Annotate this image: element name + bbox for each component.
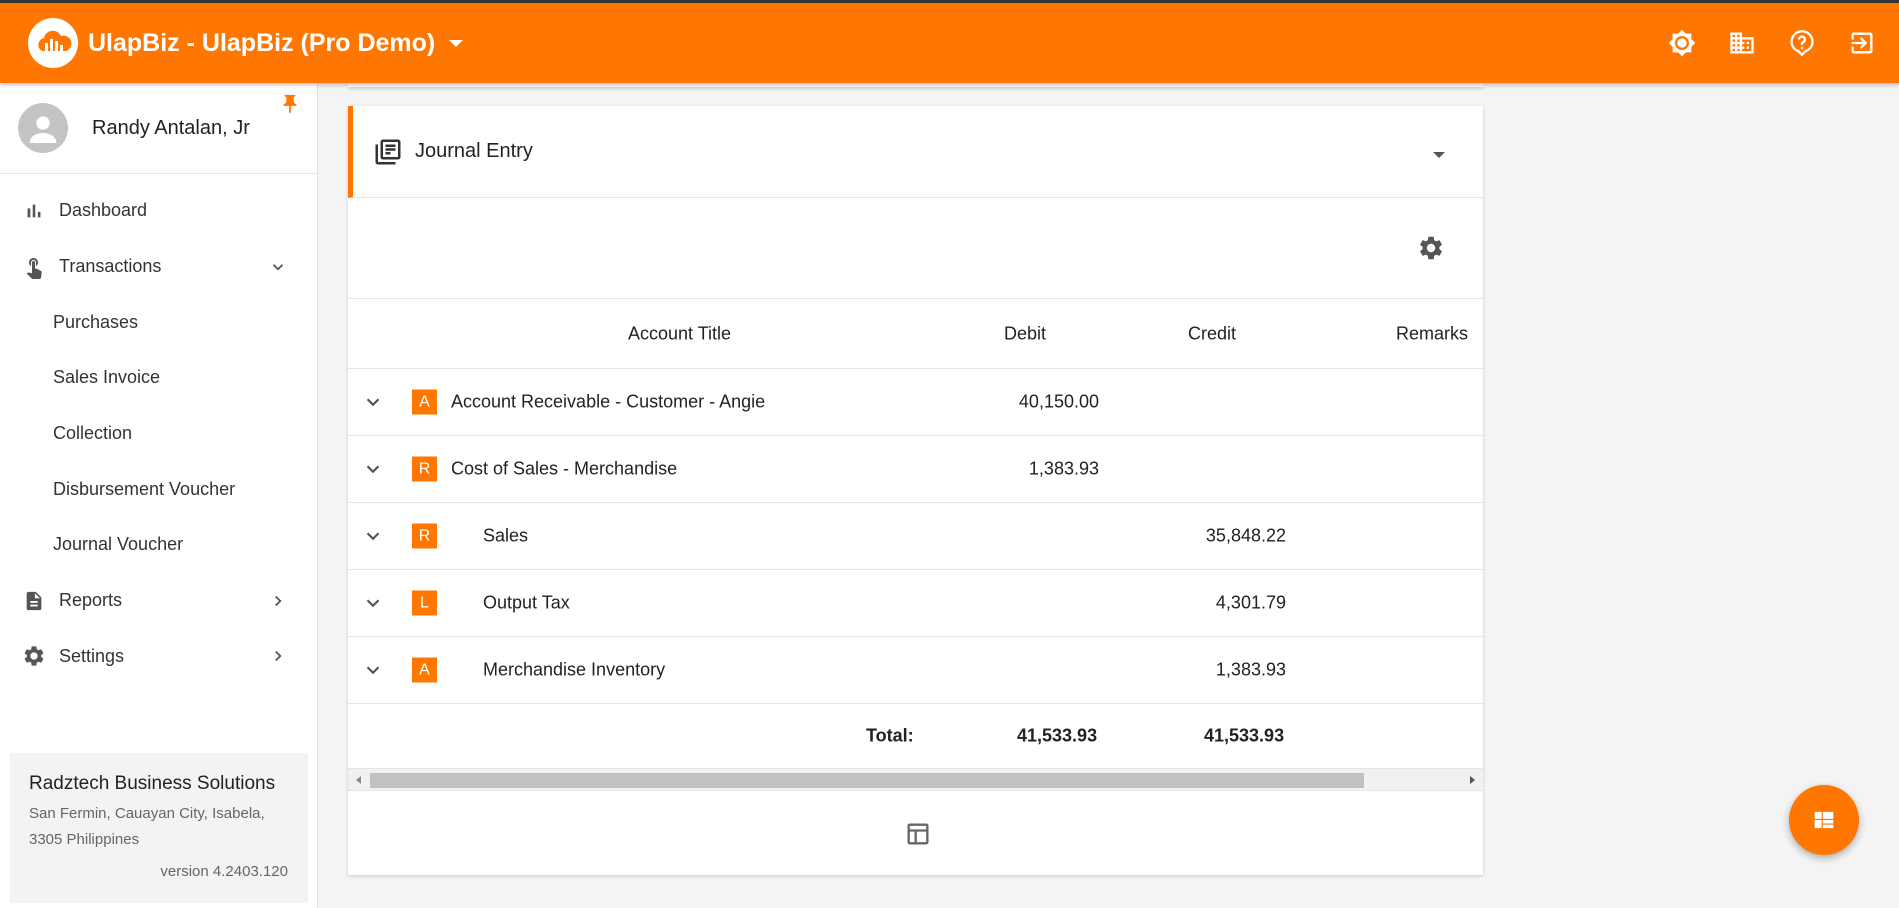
- account-title: Account Receivable - Customer - Angie: [451, 391, 766, 412]
- previous-card-edge: [348, 83, 1483, 87]
- sidebar-subitem-collection[interactable]: Collection: [0, 406, 317, 462]
- account-type-badge: A: [412, 657, 437, 683]
- logout-icon[interactable]: [1847, 28, 1877, 58]
- table-row[interactable]: L Output Tax 4,301.79: [348, 570, 1483, 637]
- chevron-down-icon: [272, 263, 284, 271]
- account-type-badge: R: [412, 456, 437, 482]
- org-switch-caret-icon[interactable]: [449, 39, 464, 47]
- table-header: Account Title Debit Credit Remarks: [348, 299, 1483, 369]
- company-address-line: 3305 Philippines: [29, 831, 140, 848]
- table-view-icon[interactable]: [904, 820, 932, 848]
- account-type-badge: L: [412, 590, 437, 616]
- chevron-down-icon[interactable]: [362, 391, 384, 413]
- debit-amount: 40,150.00: [1018, 391, 1099, 412]
- avatar-icon[interactable]: [18, 103, 68, 153]
- column-header-account-title[interactable]: Account Title: [628, 323, 731, 344]
- total-debit: 41,533.93: [1017, 725, 1098, 746]
- dashboard-fab-button[interactable]: [1789, 785, 1859, 855]
- touch-icon: [21, 254, 47, 280]
- collapse-caret-icon[interactable]: [1433, 151, 1445, 158]
- chevron-right-icon: [275, 651, 282, 662]
- journal-toolbar: [348, 198, 1483, 299]
- horizontal-scrollbar[interactable]: [348, 769, 1483, 791]
- sidebar-subitem-purchases[interactable]: Purchases: [0, 294, 317, 350]
- account-type-badge: A: [412, 389, 437, 415]
- scrollbar-thumb[interactable]: [370, 773, 1364, 788]
- library-books-icon: [375, 139, 401, 164]
- column-header-remarks[interactable]: Remarks: [1396, 323, 1468, 344]
- debit-amount: 1,383.93: [1028, 458, 1099, 479]
- chevron-down-icon[interactable]: [362, 458, 384, 480]
- sidebar-subitem-journal-voucher[interactable]: Journal Voucher: [0, 517, 317, 573]
- pin-icon[interactable]: [279, 93, 301, 120]
- table-row[interactable]: A Merchandise Inventory 1,383.93: [348, 637, 1483, 704]
- account-title: Merchandise Inventory: [483, 659, 666, 680]
- table-row[interactable]: R Sales 35,848.22: [348, 503, 1483, 570]
- chevron-down-icon[interactable]: [362, 659, 384, 681]
- journal-table: Account Title Debit Credit Remarks A Acc…: [348, 299, 1483, 791]
- user-panel: Randy Antalan, Jr: [0, 83, 317, 174]
- account-title: Output Tax: [483, 592, 570, 613]
- sidebar-item-label: Transactions: [59, 256, 162, 277]
- app-version: version 4.2403.120: [160, 863, 288, 880]
- company-address: San Fermin, Cauayan City, Isabela, 3305 …: [29, 801, 288, 853]
- chevron-right-icon: [275, 595, 282, 606]
- column-header-credit[interactable]: Credit: [1188, 323, 1236, 344]
- company-address-line: San Fermin, Cauayan City, Isabela,: [29, 805, 265, 822]
- column-header-debit[interactable]: Debit: [1004, 323, 1046, 344]
- dashboard-quilt-icon: [1814, 811, 1834, 829]
- ulapbiz-logo-icon: [28, 18, 78, 68]
- app-header: UlapBiz - UlapBiz (Pro Demo): [0, 0, 1899, 83]
- sidebar-nav: Dashboard Transactions Purchases Sales I…: [0, 174, 317, 684]
- bar-chart-icon: [21, 198, 47, 224]
- credit-amount: 35,848.22: [1205, 525, 1286, 546]
- gear-icon: [21, 643, 47, 669]
- total-row: Total: 41,533.93 41,533.93: [348, 704, 1483, 769]
- credit-amount: 4,301.79: [1215, 592, 1286, 613]
- help-icon[interactable]: [1787, 28, 1817, 58]
- total-label: Total:: [866, 725, 914, 746]
- sidebar-item-label: Dashboard: [59, 200, 148, 221]
- sidebar-subitem-sales-invoice[interactable]: Sales Invoice: [0, 350, 317, 406]
- scroll-left-arrow-icon[interactable]: [356, 776, 361, 784]
- company-name: Radztech Business Solutions: [29, 773, 276, 794]
- scroll-right-arrow-icon[interactable]: [1470, 776, 1475, 784]
- company-info: Radztech Business Solutions San Fermin, …: [10, 753, 308, 903]
- card-title: Journal Entry: [415, 140, 533, 162]
- table-row[interactable]: R Cost of Sales - Merchandise 1,383.93: [348, 436, 1483, 503]
- business-icon[interactable]: [1727, 28, 1757, 58]
- app-brand-title[interactable]: UlapBiz - UlapBiz (Pro Demo): [88, 29, 435, 58]
- sidebar-item-label: Settings: [59, 645, 125, 666]
- chevron-down-icon[interactable]: [362, 525, 384, 547]
- brightness-icon[interactable]: [1667, 28, 1697, 58]
- total-credit: 41,533.93: [1204, 725, 1285, 746]
- table-row[interactable]: A Account Receivable - Customer - Angie …: [348, 369, 1483, 436]
- sidebar-item-settings[interactable]: Settings: [0, 629, 317, 685]
- sidebar-item-transactions[interactable]: Transactions: [0, 239, 317, 295]
- account-title: Cost of Sales - Merchandise: [451, 458, 678, 479]
- account-type-badge: R: [412, 523, 437, 549]
- chevron-down-icon[interactable]: [362, 592, 384, 614]
- sidebar-item-dashboard[interactable]: Dashboard: [0, 183, 317, 239]
- journal-entry-header[interactable]: Journal Entry: [348, 106, 1483, 198]
- sidebar-item-label: Reports: [59, 590, 123, 611]
- sidebar: Randy Antalan, Jr Dashboard Transactions…: [0, 83, 318, 908]
- account-title: Sales: [483, 525, 529, 546]
- sidebar-item-reports[interactable]: Reports: [0, 573, 317, 629]
- journal-entry-card: Journal Entry Account Title Debit Credit…: [348, 106, 1483, 875]
- gear-icon[interactable]: [1417, 234, 1445, 262]
- document-icon: [21, 588, 47, 614]
- sidebar-subitem-disbursement-voucher[interactable]: Disbursement Voucher: [0, 461, 317, 517]
- user-name: Randy Antalan, Jr: [92, 116, 250, 139]
- credit-amount: 1,383.93: [1215, 659, 1286, 680]
